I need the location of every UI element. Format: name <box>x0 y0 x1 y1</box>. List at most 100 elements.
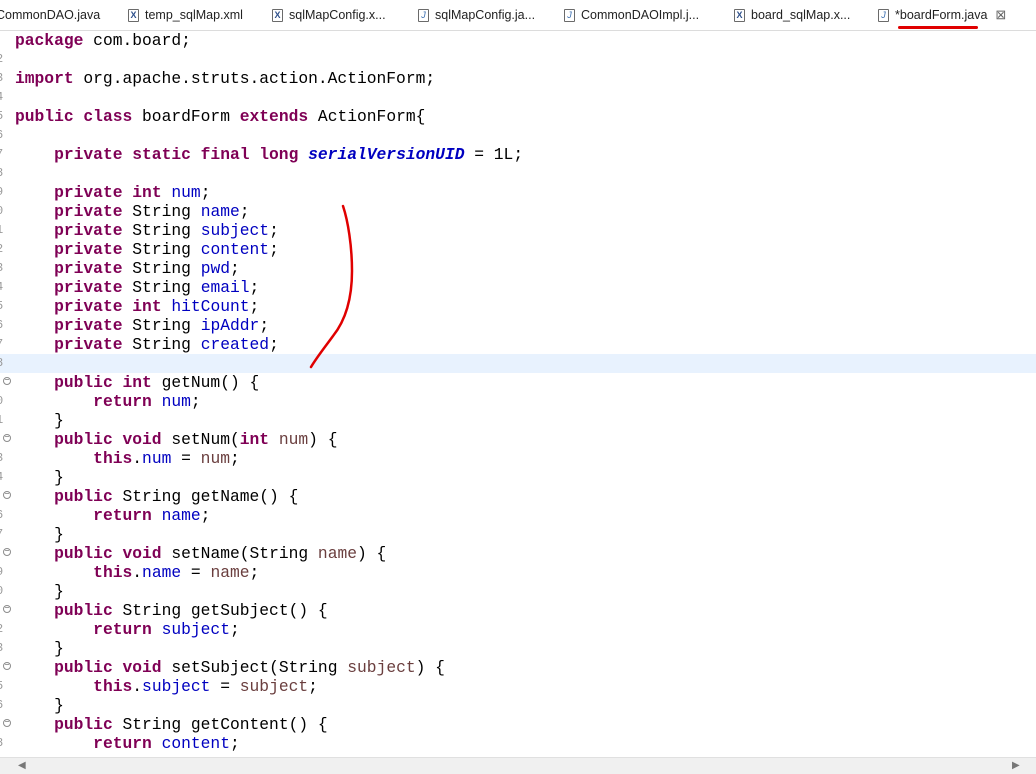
fold-collapse-icon[interactable]: − <box>3 377 11 385</box>
code-line: 6 return name; <box>0 506 1036 525</box>
close-tab-icon[interactable]: ⊠ <box>995 7 1006 23</box>
keyword: this <box>93 563 133 582</box>
fold-collapse-icon[interactable]: − <box>3 719 11 727</box>
fold-collapse-icon[interactable]: − <box>3 434 11 442</box>
line-number: 3 <box>0 69 4 88</box>
parent-class: ActionForm{ <box>308 107 426 126</box>
field-name: created <box>200 335 270 354</box>
line-number: 3 <box>0 449 4 468</box>
fold-collapse-icon[interactable]: − <box>3 605 11 613</box>
keyword: int <box>122 373 152 392</box>
method-declaration: − public int getNum() { <box>0 373 1036 392</box>
code-line: 8 return content; <box>0 734 1036 753</box>
keyword: public <box>54 601 113 620</box>
field-name: name <box>142 563 182 582</box>
code-line: 9 this.name = name; <box>0 563 1036 582</box>
tab-label: board_sqlMap.x... <box>751 8 851 22</box>
current-line[interactable]: 8 <box>0 354 1036 373</box>
xml-file-icon: X <box>128 8 139 22</box>
tab-temp-sqlmap-xml[interactable]: X temp_sqlMap.xml <box>128 0 243 30</box>
keyword: private <box>54 259 123 278</box>
static-field: serialVersionUID <box>308 145 465 164</box>
type-name: String <box>112 715 191 734</box>
type-name: String <box>132 259 191 278</box>
line-number: 2 <box>0 50 4 69</box>
tab-sqlmapconfig-xml[interactable]: X sqlMapConfig.x... <box>272 0 386 30</box>
line-number: 4 <box>0 278 4 297</box>
field-name: hitCount <box>171 297 250 316</box>
line-number: 0 <box>0 202 4 221</box>
method-signature: getName() { <box>190 487 299 506</box>
method-signature: getContent() { <box>190 715 328 734</box>
field-declaration: 9 private int num; <box>0 183 1036 202</box>
keyword: package <box>15 31 84 50</box>
keyword: return <box>93 392 152 411</box>
field-name: num <box>161 392 191 411</box>
fold-collapse-icon[interactable]: − <box>3 548 11 556</box>
type-name: String <box>132 240 191 259</box>
annotation-underline <box>898 26 978 29</box>
method-declaration: − public String getName() { <box>0 487 1036 506</box>
keyword: private static final long <box>54 145 299 164</box>
method-declaration: − public void setName(String name) { <box>0 544 1036 563</box>
keyword: private <box>54 316 123 335</box>
code-line: 1 } <box>0 411 1036 430</box>
keyword: private <box>54 297 123 316</box>
parameter-name: subject <box>347 658 416 677</box>
xml-file-icon: X <box>734 8 745 22</box>
type-name: String <box>112 601 191 620</box>
keyword: extends <box>239 107 309 126</box>
line-number: 5 <box>0 297 4 316</box>
tab-label: CommonDAO.java <box>0 8 101 22</box>
java-file-icon: J <box>418 8 429 22</box>
keyword: return <box>93 506 152 525</box>
keyword: private <box>54 278 123 297</box>
keyword: this <box>93 677 133 696</box>
tab-commondaoimpl-java[interactable]: J CommonDAOImpl.j... <box>564 0 699 30</box>
keyword: class <box>83 107 133 126</box>
type-name: String <box>132 335 191 354</box>
keyword: import <box>15 69 74 88</box>
type-name: String <box>132 316 191 335</box>
keyword: return <box>93 734 152 753</box>
code-line: 3 import org.apache.struts.action.Action… <box>0 69 1036 88</box>
line-number: 9 <box>0 563 4 582</box>
line-number: 3 <box>0 259 4 278</box>
tab-sqlmapconfig-java[interactable]: J sqlMapConfig.ja... <box>418 0 535 30</box>
keyword: public <box>54 487 113 506</box>
tab-label: sqlMapConfig.ja... <box>435 8 536 22</box>
code-line: 8 <box>0 164 1036 183</box>
keyword: void <box>122 544 162 563</box>
java-file-icon: J <box>564 8 575 22</box>
code-text: ) { <box>357 544 387 563</box>
field-declaration: 4 private String email; <box>0 278 1036 297</box>
method-declaration: − public void setNum(int num) { <box>0 430 1036 449</box>
field-name: subject <box>161 620 230 639</box>
tab-board-sqlmap-xml[interactable]: X board_sqlMap.x... <box>734 0 850 30</box>
fold-collapse-icon[interactable]: − <box>3 662 11 670</box>
method-signature: setSubject(String <box>161 658 348 677</box>
scroll-left-icon[interactable]: ◀ <box>18 760 26 771</box>
keyword: public <box>15 107 74 126</box>
code-editor[interactable]: package com.board; 2 3 import org.apache… <box>0 31 1036 757</box>
horizontal-scrollbar[interactable]: ◀ ▶ <box>0 757 1036 774</box>
tab-commondao-java[interactable]: CommonDAO.java <box>0 0 100 30</box>
line-number: 4 <box>0 88 4 107</box>
field-name: pwd <box>200 259 230 278</box>
code-line: 3 this.num = num; <box>0 449 1036 468</box>
code-line: 7 } <box>0 525 1036 544</box>
keyword: private <box>54 202 123 221</box>
scroll-right-icon[interactable]: ▶ <box>1012 760 1020 771</box>
line-number: 8 <box>0 164 4 183</box>
line-number: 1 <box>0 221 4 240</box>
code-line: 5 this.subject = subject; <box>0 677 1036 696</box>
keyword: private <box>54 240 123 259</box>
code-line: 0 return num; <box>0 392 1036 411</box>
keyword: public <box>54 544 113 563</box>
keyword: public <box>54 658 113 677</box>
field-declaration: 2 private String content; <box>0 240 1036 259</box>
fold-collapse-icon[interactable]: − <box>3 491 11 499</box>
field-declaration: 1 private String subject; <box>0 221 1036 240</box>
field-name: subject <box>200 221 270 240</box>
line-number: 1 <box>0 411 4 430</box>
